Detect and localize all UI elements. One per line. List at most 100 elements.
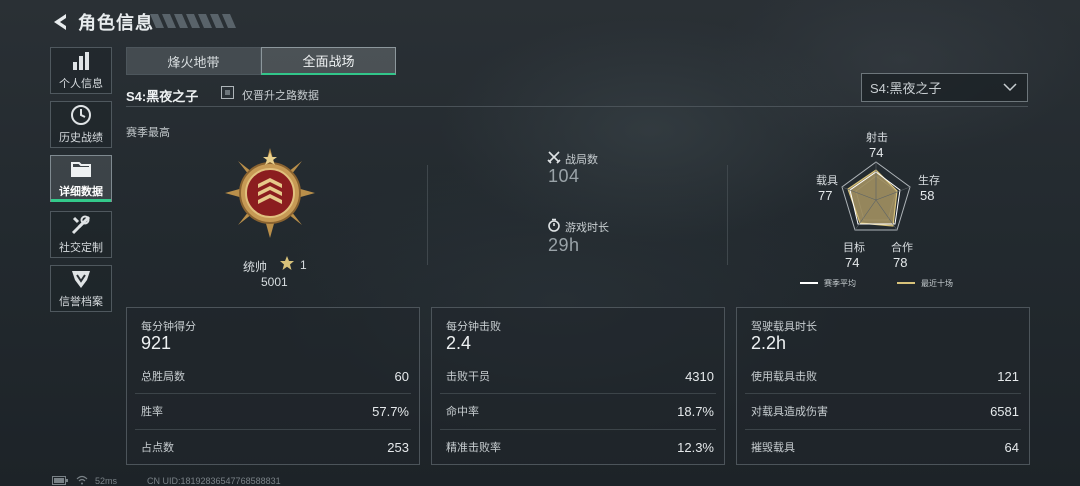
vertical-divider	[427, 165, 428, 265]
sidebar-item-label: 社交定制	[59, 242, 103, 254]
ping-text: 52ms	[95, 476, 118, 486]
card-row: 摧毁载具 64	[751, 432, 1019, 462]
crossed-swords-icon	[547, 151, 561, 164]
row-divider	[440, 429, 716, 430]
sidebar-item-history[interactable]: 历史战绩	[50, 101, 112, 148]
tab-beacon-zone[interactable]: 烽火地带	[126, 47, 261, 75]
legend-average-label: 赛季平均	[824, 279, 856, 288]
sidebar-item-detailed-data[interactable]: 详细数据	[50, 155, 112, 202]
legend-average-swatch	[800, 282, 818, 284]
radar-recent-area	[847, 169, 898, 227]
matches-label: 战局数	[565, 154, 598, 166]
divider	[126, 106, 1028, 107]
season-title: S4:黑夜之子	[126, 89, 199, 104]
row-label: 对载具造成伤害	[751, 406, 828, 418]
row-value: 12.3%	[677, 439, 714, 455]
card-row: 使用载具击败 121	[751, 361, 1019, 391]
legend-recent-label: 最近十场	[921, 279, 953, 288]
row-value: 6581	[990, 403, 1019, 419]
row-value: 253	[387, 439, 409, 455]
row-value: 4310	[685, 368, 714, 384]
stat-card-vehicle: 驾驶载具时长 2.2h 使用载具击败 121 对载具造成伤害 6581 摧毁载具 64	[736, 307, 1030, 465]
sidebar-item-label: 详细数据	[59, 186, 103, 198]
radar-label-shooting: 射击	[866, 132, 888, 144]
matches-value: 104	[548, 166, 580, 186]
stat-card-kills: 每分钟击败 2.4 击败干员 4310 命中率 18.7% 精准击败率 12.3%	[431, 307, 725, 465]
tab-full-battlefield[interactable]: 全面战场	[261, 47, 396, 75]
page-title: 角色信息	[78, 13, 154, 33]
radar-value-objective: 74	[845, 255, 860, 270]
row-value: 60	[394, 368, 409, 384]
battery-icon	[52, 476, 68, 485]
sidebar-item-social[interactable]: 社交定制	[50, 211, 112, 258]
row-divider	[135, 429, 411, 430]
sidebar-item-label: 个人信息	[59, 78, 103, 90]
back-arrow-icon[interactable]	[50, 11, 72, 33]
header: 角色信息	[50, 8, 154, 36]
card-row: 命中率 18.7%	[446, 396, 714, 426]
uid-text: CN UID:18192836547768588831	[147, 476, 281, 486]
radar-label-objective: 目标	[843, 242, 865, 254]
folder-icon	[71, 162, 91, 177]
radar-value-vehicle: 77	[818, 188, 833, 203]
rank-medal-icon	[225, 148, 315, 238]
card-value: 921	[141, 333, 172, 353]
wifi-icon	[76, 475, 88, 485]
card-row: 胜率 57.7%	[141, 396, 409, 426]
row-value: 121	[997, 368, 1019, 384]
card-title: 驾驶载具时长	[751, 321, 817, 333]
row-divider	[135, 393, 411, 394]
row-divider	[745, 429, 1021, 430]
rank-star-count: 1	[300, 258, 307, 272]
card-row: 总胜局数 60	[141, 361, 409, 391]
star-icon	[280, 256, 294, 270]
row-label: 胜率	[141, 406, 163, 418]
stat-card-score: 每分钟得分 921 总胜局数 60 胜率 57.7% 占点数 253	[126, 307, 420, 465]
sidebar-item-personal-info[interactable]: 个人信息	[50, 47, 112, 94]
radar-value-cooperation: 78	[893, 255, 908, 270]
season-best-label: 赛季最高	[126, 127, 170, 139]
card-row: 精准击败率 12.3%	[446, 432, 714, 462]
sidebar-item-credit[interactable]: 信誉档案	[50, 265, 112, 312]
row-value: 64	[1004, 439, 1019, 455]
row-label: 命中率	[446, 406, 479, 418]
card-row: 占点数 253	[141, 432, 409, 462]
sidebar-item-label: 历史战绩	[59, 132, 103, 144]
row-value: 18.7%	[677, 403, 714, 419]
chevron-down-icon	[1003, 83, 1017, 92]
clock-icon	[71, 105, 91, 125]
rank-points: 5001	[261, 275, 288, 289]
row-label: 总胜局数	[141, 371, 185, 383]
row-label: 精准击败率	[446, 442, 501, 454]
sidebar-item-label: 信誉档案	[59, 296, 103, 308]
vertical-divider	[727, 165, 728, 265]
row-label: 击败干员	[446, 371, 490, 383]
radar-value-survival: 58	[920, 188, 935, 203]
promotion-only-checkbox[interactable]	[221, 86, 234, 99]
row-divider	[745, 393, 1021, 394]
radar-value-shooting: 74	[869, 145, 884, 160]
legend-recent-swatch	[897, 282, 915, 284]
tools-icon	[71, 215, 91, 235]
card-value: 2.2h	[751, 333, 787, 353]
season-dropdown[interactable]: S4:黑夜之子	[861, 73, 1028, 102]
checkbox-label: 仅晋升之路数据	[242, 90, 319, 102]
playtime-value: 29h	[548, 235, 580, 255]
radar-label-cooperation: 合作	[891, 242, 913, 254]
rank-name: 统帅	[243, 260, 268, 274]
stopwatch-icon	[548, 218, 560, 232]
card-row: 击败干员 4310	[446, 361, 714, 391]
bar-chart-icon	[73, 52, 89, 70]
row-label: 占点数	[141, 442, 174, 454]
row-value: 57.7%	[372, 403, 409, 419]
card-row: 对载具造成伤害 6581	[751, 396, 1019, 426]
shield-emblem-icon	[72, 271, 90, 288]
radar-chart	[841, 161, 911, 231]
header-decoration	[150, 14, 236, 28]
row-divider	[440, 393, 716, 394]
radar-label-survival: 生存	[918, 175, 940, 187]
card-title: 每分钟击败	[446, 321, 501, 333]
row-label: 摧毁载具	[751, 442, 795, 454]
radar-label-vehicle: 载具	[816, 175, 838, 187]
card-title: 每分钟得分	[141, 321, 196, 333]
